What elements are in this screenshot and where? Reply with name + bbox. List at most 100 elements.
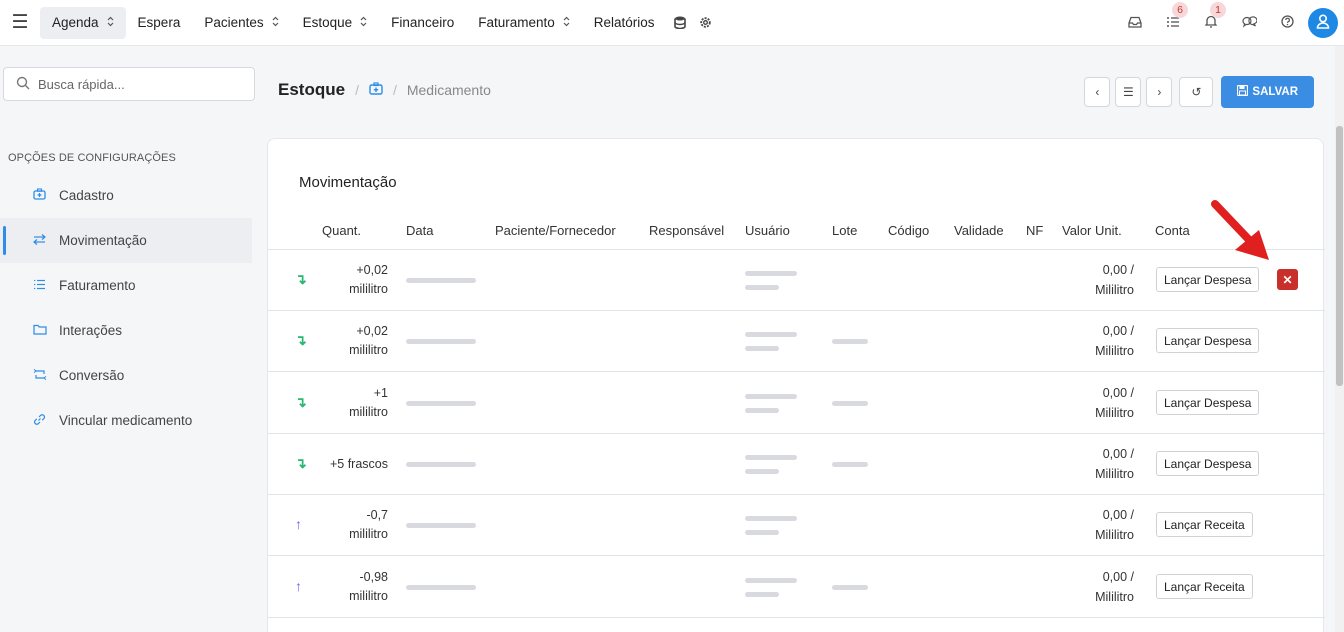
- redacted-lote: [832, 585, 868, 590]
- quantity-value: -0,98: [359, 570, 389, 584]
- save-button[interactable]: SALVAR: [1221, 76, 1314, 108]
- toolbar-right: 61: [1116, 0, 1344, 46]
- sidebar-item-4[interactable]: Conversão: [0, 353, 252, 398]
- unit-value-cell: 0,00 / Mililitro: [1095, 567, 1134, 607]
- column-header: Data: [406, 223, 434, 238]
- quantity-cell: +0,02 mililitro: [349, 322, 388, 360]
- inbox-button[interactable]: [1116, 0, 1154, 46]
- next-button[interactable]: ›: [1146, 77, 1173, 107]
- redacted-lote: [832, 401, 868, 406]
- launch-revenue-button[interactable]: Lançar Receita: [1156, 574, 1253, 599]
- scrollbar-thumb[interactable]: [1336, 126, 1343, 386]
- nav-item-label: Estoque: [302, 15, 353, 30]
- close-icon: ✕: [1282, 272, 1293, 287]
- sidebar-item-label: Interações: [59, 323, 123, 338]
- nav-item-relatórios[interactable]: Relatórios: [582, 7, 667, 39]
- launch-expense-button[interactable]: Lançar Despesa: [1156, 267, 1260, 292]
- launch-expense-button[interactable]: Lançar Despesa: [1156, 390, 1260, 415]
- movement-card: Movimentação Quant. Data Paciente/Fornec…: [267, 138, 1325, 632]
- tasks-button[interactable]: 6: [1154, 0, 1192, 46]
- unit-value: 0,00 /: [1102, 263, 1134, 277]
- table-row: ↴ +5 frascos 0,00 / Mililitro Lançar Despesa: [268, 434, 1325, 495]
- medkit-icon[interactable]: [369, 82, 383, 98]
- column-header: Usuário: [745, 223, 790, 238]
- unit-value: 0,00 /: [1102, 570, 1134, 584]
- avatar[interactable]: [1308, 8, 1338, 38]
- sidebar-item-2[interactable]: Faturamento: [0, 263, 252, 308]
- redacted-lote: [832, 339, 868, 344]
- unit-value-cell: 0,00 / Mililitro: [1095, 260, 1134, 300]
- search-input[interactable]: [38, 76, 238, 92]
- quantity-cell: -0,7 mililitro: [349, 506, 388, 544]
- redacted-user: [745, 408, 779, 413]
- sidebar-heading: OPÇÕES DE CONFIGURAÇÕES: [8, 152, 176, 164]
- quantity-value: +5 frascos: [329, 457, 388, 471]
- sidebar-item-3[interactable]: Interações: [0, 308, 252, 353]
- launch-expense-button[interactable]: Lançar Despesa: [1156, 328, 1260, 353]
- redacted-user: [745, 578, 797, 583]
- column-header: Quant.: [322, 223, 362, 238]
- help-button[interactable]: [1268, 0, 1306, 46]
- unit-value-cell: 0,00 / Mililitro: [1095, 321, 1134, 361]
- nav-item-pacientes[interactable]: Pacientes: [192, 7, 290, 39]
- nav-item-faturamento[interactable]: Faturamento: [466, 7, 582, 39]
- redacted-date: [406, 523, 476, 528]
- database-icon[interactable]: [667, 7, 693, 39]
- nav-item-agenda[interactable]: Agenda: [40, 6, 126, 39]
- launch-expense-button[interactable]: Lançar Despesa: [1156, 451, 1260, 476]
- menu-icon[interactable]: ☰: [0, 0, 40, 46]
- nav-item-label: Faturamento: [478, 15, 555, 30]
- chevron-updown-icon: [360, 16, 367, 30]
- card-title: Movimentação: [299, 174, 397, 191]
- unit-value-cell: 0,00 / Mililitro: [1095, 444, 1134, 484]
- redacted-date: [406, 462, 476, 467]
- sidebar-item-label: Vincular medicamento: [59, 413, 193, 428]
- quick-search[interactable]: [3, 67, 255, 101]
- notification-badge: 6: [1172, 2, 1188, 18]
- launch-revenue-button[interactable]: Lançar Receita: [1156, 512, 1253, 537]
- pointer-arrow-icon: [1211, 200, 1269, 260]
- quantity-cell: -0,98 mililitro: [349, 568, 388, 606]
- delete-button[interactable]: ✕: [1277, 269, 1298, 290]
- unit-value: 0,00 /: [1102, 508, 1134, 522]
- redacted-user: [745, 469, 779, 474]
- sidebar-item-0[interactable]: Cadastro: [0, 173, 252, 218]
- quantity-unit: mililitro: [349, 527, 388, 541]
- quantity-value: +1: [373, 386, 388, 400]
- unit-value: 0,00 /: [1102, 324, 1134, 338]
- chat-icon: [1241, 15, 1258, 31]
- column-header: Valor Unit.: [1062, 223, 1122, 238]
- redacted-user: [745, 530, 779, 535]
- quantity-unit: mililitro: [349, 589, 388, 603]
- history-button[interactable]: ↺: [1179, 77, 1214, 107]
- unit-value-unit: Mililitro: [1095, 406, 1134, 420]
- sidebar-item-5[interactable]: Vincular medicamento: [0, 398, 252, 443]
- nav-item-financeiro[interactable]: Financeiro: [379, 7, 466, 39]
- list-view-button[interactable]: ☰: [1115, 77, 1142, 107]
- chat-button[interactable]: [1230, 0, 1268, 46]
- quantity-unit: mililitro: [349, 405, 388, 419]
- breadcrumb-current: Medicamento: [406, 82, 491, 98]
- redacted-lote: [832, 462, 868, 467]
- breadcrumb-root[interactable]: Estoque: [278, 80, 345, 100]
- sidebar-item-1[interactable]: Movimentação: [0, 218, 252, 263]
- sidebar-item-label: Conversão: [59, 368, 125, 383]
- gear-icon[interactable]: [693, 7, 719, 39]
- nav-item-espera[interactable]: Espera: [126, 7, 193, 39]
- redacted-user: [745, 592, 779, 597]
- link-icon: [33, 413, 59, 429]
- bell-button[interactable]: 1: [1192, 0, 1230, 46]
- inbox-icon: [1128, 15, 1142, 31]
- previous-button[interactable]: ‹: [1084, 77, 1111, 107]
- table-row: ↴ +1 mililitro 0,00 / Mililitro Lançar Despes…: [268, 373, 1325, 434]
- unit-value-unit: Mililitro: [1095, 590, 1134, 604]
- nav-item-estoque[interactable]: Estoque: [291, 7, 380, 39]
- record-actions: ‹ ☰ › ↺ SALVAR: [1084, 76, 1314, 108]
- quantity-value: -0,7: [366, 508, 388, 522]
- list-icon: ☰: [1123, 85, 1134, 99]
- quantity-cell: +5 frascos: [330, 455, 388, 474]
- page-scrollbar[interactable]: [1335, 46, 1344, 632]
- redacted-user: [745, 346, 779, 351]
- chevron-right-icon: ›: [1157, 85, 1162, 99]
- sidebar-item-label: Faturamento: [59, 278, 136, 293]
